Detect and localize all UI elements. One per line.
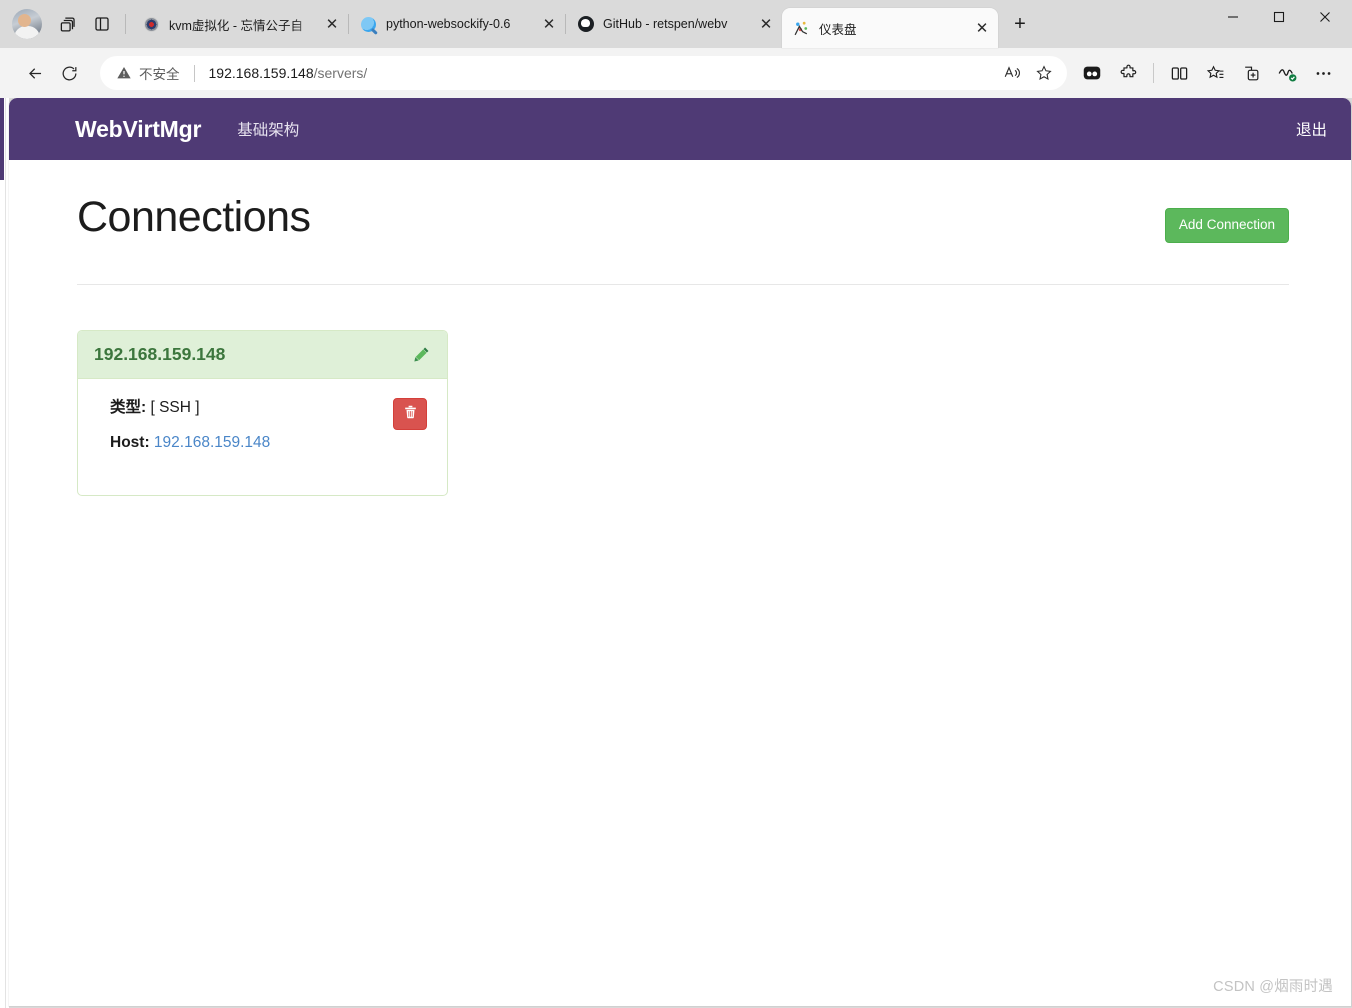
tab-close-icon[interactable]: ✕ [970,16,994,40]
connection-host-label: Host: [110,433,150,451]
security-text: 不安全 [139,67,180,82]
page-content: Connections Add Connection 192.168.159.1… [9,160,1351,496]
tab-actions-icon[interactable] [85,8,119,40]
kvm-favicon [143,16,160,33]
viewport-left-edge [0,98,9,1008]
toolbar-right [1075,56,1340,90]
watermark: CSDN @烟雨时遇 [1213,979,1333,995]
connection-host-link[interactable]: 192.168.159.148 [154,434,270,451]
navbar-right: 退出 [1296,118,1327,140]
profile-avatar[interactable] [12,9,42,39]
connection-card: 192.168.159.148 类型: [SSH] Host: 192.16… [77,329,448,496]
web-page: WebVirtMgr 基础架构 退出 Connections Add Conne… [9,98,1351,1006]
pencil-icon[interactable] [411,344,431,364]
connection-type-value: [ SSH ] [150,398,200,416]
browser-essentials-icon[interactable] [1270,56,1304,90]
security-indicator[interactable]: 不安全 [116,63,180,83]
dashboard-favicon [793,20,810,37]
more-options-icon[interactable] [1306,56,1340,90]
workspaces-icon[interactable] [51,8,85,40]
omnibox-actions [997,58,1059,88]
browser-window: kvm虚拟化 - 忘情公子自 ✕ python-websockify-0.6 ✕… [0,0,1352,1008]
tab-title: python-websockify-0.6 [386,17,511,31]
tab-close-icon[interactable]: ✕ [754,12,778,36]
tab-title: kvm虚拟化 - 忘情公子自 [169,18,304,33]
warning-icon [117,67,131,79]
page-viewport: WebVirtMgr 基础架构 退出 Connections Add Conne… [0,98,1352,1008]
tab-close-icon[interactable]: ✕ [537,12,561,36]
puzzle-extension-icon[interactable] [1111,56,1145,90]
browser-tab[interactable]: kvm虚拟化 - 忘情公子自 ✕ [132,6,348,42]
tabstrip-divider [125,14,126,34]
tab-title: GitHub - retspen/webv [603,17,728,31]
connection-host-row: Host: 192.168.159.148 [110,433,431,453]
read-aloud-icon[interactable] [997,58,1027,88]
favorites-list-icon[interactable] [1198,56,1232,90]
logout-link[interactable]: 退出 [1296,122,1327,139]
url-path: /servers/ [313,65,368,81]
add-page-icon[interactable] [1234,56,1268,90]
nav-link-infrastructure[interactable]: 基础架构 [237,118,299,140]
window-controls [1210,0,1348,48]
connection-type-row: 类型: [ SSH ] [110,398,431,418]
github-favicon [577,16,594,33]
close-window-button[interactable] [1302,0,1348,34]
new-tab-button[interactable]: + [1004,8,1036,40]
search-favicon [360,16,377,33]
app-brand[interactable]: WebVirtMgr [75,116,201,143]
browser-tab-active[interactable]: 仪表盘 ✕ [782,8,998,48]
browser-toolbar: 不安全 192.168.159.148/servers/ [0,48,1352,98]
connection-type-label: 类型: [110,398,147,416]
browser-tab-strip: kvm虚拟化 - 忘情公子自 ✕ python-websockify-0.6 ✕… [0,0,1352,48]
omnibox-divider [193,64,195,82]
connection-name-link[interactable]: 192.168.159.148 [94,344,225,365]
copilot-icon[interactable] [1075,56,1109,90]
connection-card-body: 类型: [ SSH ] Host: 192.168.159.148 [78,379,447,495]
page-header-row: Connections Add Connection [77,193,1289,243]
split-screen-icon[interactable] [1162,56,1196,90]
trash-icon [403,404,418,423]
tab-close-icon[interactable]: ✕ [320,12,344,36]
star-icon[interactable] [1029,58,1059,88]
page-title: Connections [77,193,311,241]
back-button[interactable] [18,56,52,90]
maximize-button[interactable] [1256,0,1302,34]
toolbar-divider [1153,63,1154,83]
address-bar[interactable]: 不安全 192.168.159.148/servers/ [100,56,1067,90]
minimize-button[interactable] [1210,0,1256,34]
connection-card-header: 192.168.159.148 [78,330,447,379]
reload-button[interactable] [52,56,86,90]
app-navbar: WebVirtMgr 基础架构 退出 [9,98,1351,160]
delete-connection-button[interactable] [393,397,427,430]
tab-title: 仪表盘 [819,22,857,37]
connections-list: 192.168.159.148 类型: [SSH] Host: 192.16… [77,285,1289,496]
browser-tab[interactable]: GitHub - retspen/webv ✕ [566,6,782,42]
url-text: 192.168.159.148/servers/ [209,65,368,81]
url-host: 192.168.159.148 [208,65,314,81]
browser-tab[interactable]: python-websockify-0.6 ✕ [349,6,565,42]
add-connection-button[interactable]: Add Connection [1164,208,1289,243]
